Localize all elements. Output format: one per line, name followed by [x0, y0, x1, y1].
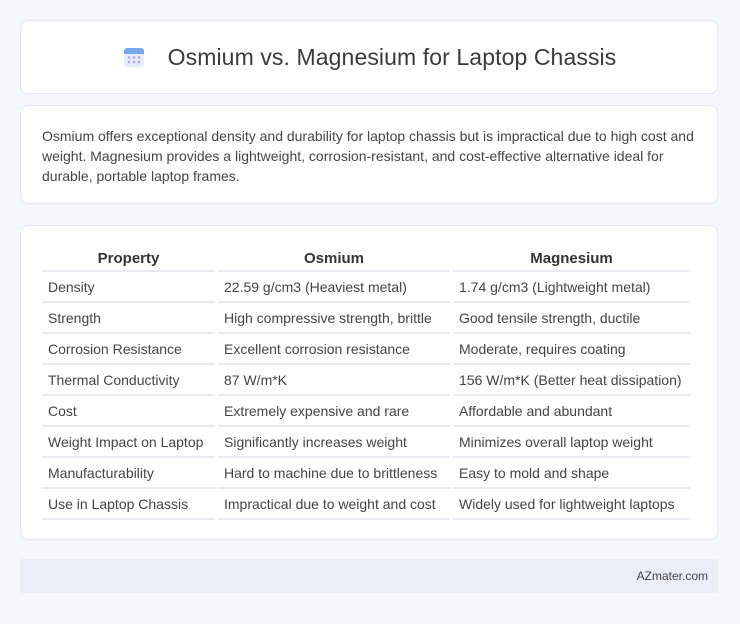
header-magnesium: Magnesium — [450, 244, 690, 272]
cell-magnesium: Minimizes overall laptop weight — [450, 426, 690, 458]
summary-card: Osmium offers exceptional density and du… — [20, 105, 718, 204]
cell-osmium: Significantly increases weight — [215, 426, 452, 458]
cell-osmium: Hard to machine due to brittleness — [215, 457, 452, 489]
cell-osmium: Extremely expensive and rare — [215, 395, 452, 427]
cell-osmium: High compressive strength, brittle — [215, 302, 452, 334]
title-card: Osmium vs. Magnesium for Laptop Chassis — [20, 20, 718, 94]
cell-property: Cost — [42, 395, 217, 427]
cell-property: Strength — [42, 302, 217, 334]
table-row: Density 22.59 g/cm3 (Heaviest metal) 1.7… — [42, 271, 690, 303]
table-row: Strength High compressive strength, brit… — [42, 302, 690, 334]
cell-magnesium: Good tensile strength, ductile — [450, 302, 690, 334]
table-row: Manufacturability Hard to machine due to… — [42, 457, 690, 489]
cell-magnesium: Affordable and abundant — [450, 395, 690, 427]
cell-property: Density — [42, 271, 217, 303]
cell-osmium: Excellent corrosion resistance — [215, 333, 452, 365]
table-row: Use in Laptop Chassis Impractical due to… — [42, 488, 690, 520]
cell-magnesium: Easy to mold and shape — [450, 457, 690, 489]
header-property: Property — [42, 244, 217, 272]
table-header-row: Property Osmium Magnesium — [42, 244, 690, 272]
page-title: Osmium vs. Magnesium for Laptop Chassis — [167, 43, 617, 70]
calendar-grid-icon — [123, 48, 144, 67]
table-row: Corrosion Resistance Excellent corrosion… — [42, 333, 690, 365]
cell-magnesium: 156 W/m*K (Better heat dissipation) — [450, 364, 690, 396]
cell-magnesium: 1.74 g/cm3 (Lightweight metal) — [450, 271, 690, 303]
cell-osmium: 87 W/m*K — [215, 364, 452, 396]
table-row: Thermal Conductivity 87 W/m*K 156 W/m*K … — [42, 364, 690, 396]
table-row: Cost Extremely expensive and rare Afford… — [42, 395, 690, 427]
cell-property: Weight Impact on Laptop — [42, 426, 217, 458]
cell-property: Manufacturability — [42, 457, 217, 489]
footer-bar: AZmater.com — [20, 559, 718, 593]
cell-magnesium: Moderate, requires coating — [450, 333, 690, 365]
cell-property: Thermal Conductivity — [42, 364, 217, 396]
summary-text: Osmium offers exceptional density and du… — [42, 128, 694, 184]
cell-osmium: Impractical due to weight and cost — [215, 488, 452, 520]
table-row: Weight Impact on Laptop Significantly in… — [42, 426, 690, 458]
cell-magnesium: Widely used for lightweight laptops — [450, 488, 690, 520]
cell-property: Use in Laptop Chassis — [42, 488, 217, 520]
comparison-table-card: Property Osmium Magnesium Density 22.59 … — [20, 225, 718, 540]
cell-property: Corrosion Resistance — [42, 333, 217, 365]
footer-credit[interactable]: AZmater.com — [637, 569, 708, 583]
comparison-table: Property Osmium Magnesium Density 22.59 … — [42, 244, 690, 520]
cell-osmium: 22.59 g/cm3 (Heaviest metal) — [215, 271, 452, 303]
header-osmium: Osmium — [215, 244, 452, 272]
